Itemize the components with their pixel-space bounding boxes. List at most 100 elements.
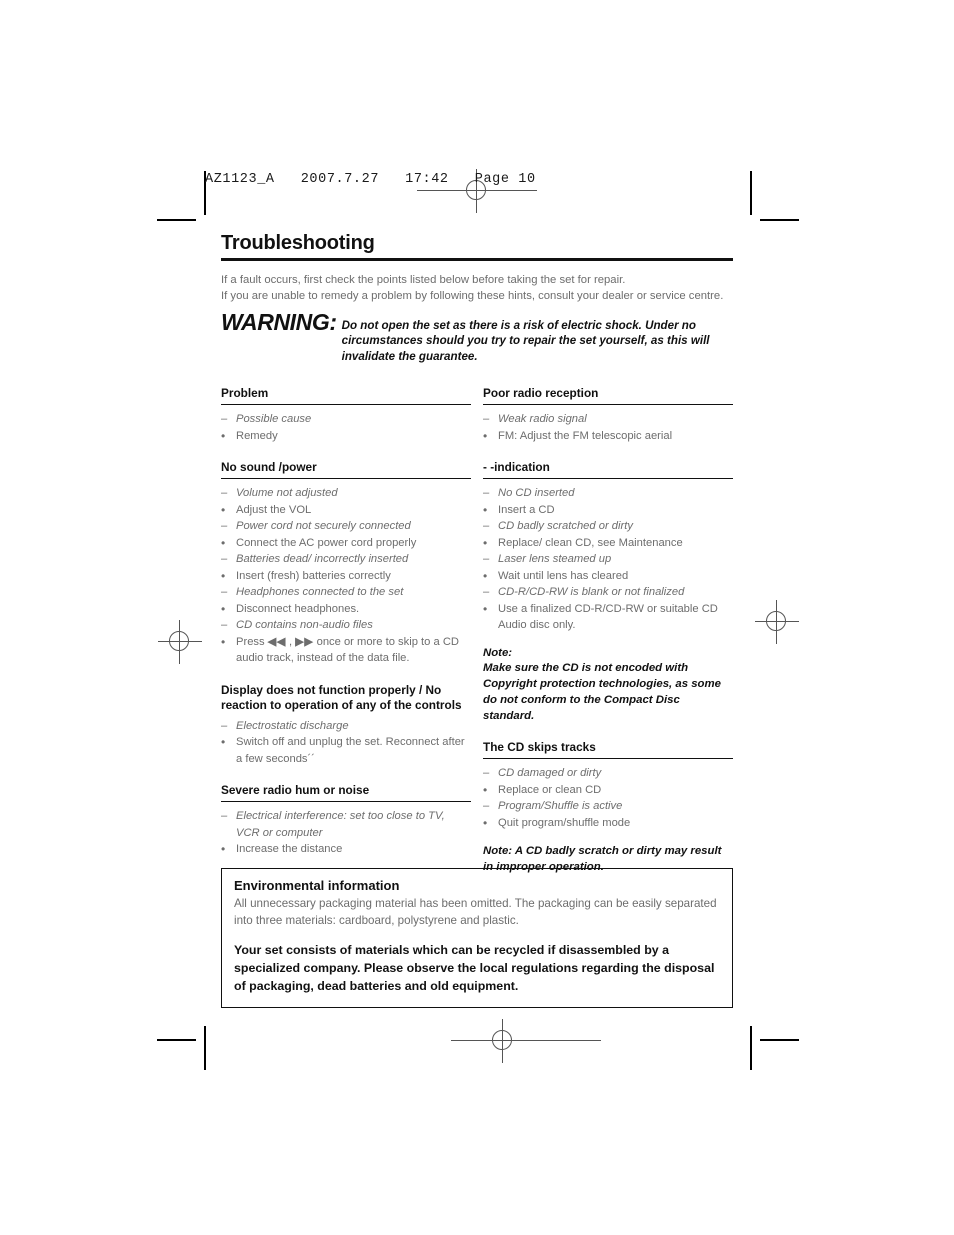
registration-mark-bottom	[451, 1019, 601, 1063]
crop-mark-bottom-left-horizontal	[157, 1039, 196, 1041]
intro-paragraph: If a fault occurs, first check the point…	[221, 272, 733, 305]
section-divider	[483, 757, 733, 760]
section-heading: Display does not function properly / No …	[221, 682, 462, 713]
troubleshooting-section: The CD skips tracks – CD damaged or dirty •…	[483, 740, 733, 876]
list-item: – Program/Shuffle is active	[483, 798, 733, 815]
cause-text: Batteries dead/ incorrectly inserted	[236, 553, 409, 565]
section-heading: Poor radio reception	[483, 386, 599, 400]
cause-text: Possible cause	[236, 413, 312, 425]
section-heading: Problem	[221, 386, 269, 400]
bullet-marker-icon: •	[221, 568, 226, 583]
warning-block: WARNING: Do not open the set as there is…	[221, 309, 733, 365]
remedy-text: Increase the distance	[236, 843, 343, 855]
list-item: – CD damaged or dirty	[483, 765, 733, 782]
list-item: – No CD inserted	[483, 485, 733, 502]
crop-mark-top-left-horizontal	[157, 219, 196, 221]
section-heading: The CD skips tracks	[483, 740, 596, 755]
cause-marker-icon: –	[221, 520, 228, 532]
bullet-marker-icon: •	[483, 601, 488, 616]
remedy-text: Wait until lens has cleared	[498, 569, 629, 582]
cause-text: Headphones connected to the set	[236, 586, 404, 598]
list-item: – CD badly scratched or dirty	[483, 518, 733, 535]
list-item: • Increase the distance	[221, 841, 471, 858]
crop-mark-bottom-right-horizontal	[760, 1039, 799, 1041]
warning-text: Do not open the set as there is a risk o…	[341, 318, 710, 363]
intro-line-1: If a fault occurs, first check the point…	[221, 273, 626, 286]
remedy-text: Insert (fresh) batteries correctly	[236, 569, 391, 582]
cause-text: Laser lens steamed up	[498, 553, 612, 565]
tips-list: – Electrostatic discharge • Switch off and …	[221, 718, 471, 768]
cause-marker-icon: –	[221, 553, 228, 565]
intro-line-2: If you are unable to remedy a problem by…	[221, 290, 724, 302]
cause-marker-icon: –	[221, 413, 228, 425]
list-item: • Connect the AC power cord properly	[221, 535, 471, 552]
bullet-marker-icon: •	[483, 428, 488, 443]
registration-mark-left	[158, 620, 202, 664]
document-content: Troubleshooting If a fault occurs, first…	[221, 232, 733, 876]
section-heading: Severe radio hum or noise	[221, 783, 370, 797]
cause-text: CD-R/CD-RW is blank or not finalized	[498, 586, 685, 598]
tips-list: – Weak radio signal • FM: Adjust the FM tel…	[483, 411, 733, 444]
list-item: – Laser lens steamed up	[483, 551, 733, 568]
cause-marker-icon: –	[221, 586, 228, 598]
troubleshooting-section: Display does not function properly / No …	[221, 683, 471, 768]
bullet-marker-icon: •	[483, 568, 488, 583]
list-item: • Use a finalized CD-R/CD-RW or suitable …	[483, 601, 733, 634]
troubleshooting-section: - -indication – No CD inserted • Insert a CD…	[483, 460, 733, 724]
list-item: – Volume not adjusted	[221, 485, 471, 502]
section-divider	[221, 403, 471, 405]
list-item: – Weak radio signal	[483, 411, 733, 428]
list-item: • FM: Adjust the FM telescopic aerial	[483, 428, 733, 445]
crop-mark-bottom-right-vertical	[750, 1026, 752, 1070]
list-item: • Insert a CD	[483, 502, 733, 519]
cause-text: Electrical interference: set too close t…	[236, 810, 445, 839]
list-item: • Adjust the VOL	[221, 502, 471, 519]
cause-marker-icon: –	[483, 520, 490, 532]
remedy-text: Disconnect headphones.	[236, 602, 360, 615]
left-column: Problem – Possible cause • Remedy No sound /p…	[221, 386, 471, 876]
page-header-slug: AZ1123_A 2007.7.27 17:42 Page 10	[205, 172, 536, 187]
cause-text: Weak radio signal	[498, 413, 587, 425]
section-note: Note: Make sure the CD is not encoded wi…	[483, 646, 721, 722]
remedy-text-mid: ,	[285, 635, 296, 648]
cause-text: No CD inserted	[498, 487, 575, 499]
cause-text: Volume not adjusted	[236, 487, 338, 499]
bullet-marker-icon: •	[483, 535, 488, 550]
list-item: – CD-R/CD-RW is blank or not finalized	[483, 584, 733, 601]
cause-marker-icon: –	[221, 619, 228, 631]
list-item: • Switch off and unplug the set. Reconnec…	[221, 734, 471, 767]
cause-text: Power cord not securely connected	[236, 520, 411, 532]
remedy-text: Use a finalized CD-R/CD-RW or suitable C…	[498, 602, 718, 632]
skip-backward-icon: ◀◀	[267, 635, 286, 648]
remedy-text: Remedy	[236, 429, 278, 442]
bullet-marker-icon: •	[221, 842, 226, 856]
bullet-marker-icon: •	[483, 502, 488, 517]
list-item: – Headphones connected to the set	[221, 584, 471, 601]
list-item: • Disconnect headphones.	[221, 601, 471, 618]
environmental-body: All unnecessary packaging material has b…	[234, 897, 717, 927]
tips-list: – Electrical interference: set too close …	[221, 808, 471, 858]
section-heading: No sound /power	[221, 460, 317, 474]
registration-mark-right	[755, 600, 799, 644]
list-item: – CD contains non-audio files	[221, 617, 471, 634]
cause-marker-icon: –	[483, 487, 490, 499]
cause-text: Electrostatic discharge	[236, 719, 349, 732]
remedy-text: Replace/ clean CD, see Maintenance	[498, 536, 683, 549]
tips-list: – CD damaged or dirty • Replace or clean CD…	[483, 765, 733, 831]
bullet-marker-icon: •	[221, 634, 226, 649]
cause-marker-icon: –	[483, 413, 490, 425]
troubleshooting-section: Problem – Possible cause • Remedy	[221, 386, 471, 444]
cause-marker-icon: –	[483, 800, 490, 813]
bullet-marker-icon: •	[221, 502, 226, 517]
section-divider	[483, 403, 733, 405]
list-item: – Power cord not securely connected	[221, 518, 471, 535]
bullet-marker-icon: •	[221, 601, 226, 616]
tips-list: – No CD inserted • Insert a CD – CD badly scr…	[483, 485, 733, 634]
cause-marker-icon: –	[221, 487, 228, 499]
cause-text: CD damaged or dirty	[498, 767, 602, 780]
bullet-marker-icon: •	[483, 815, 488, 830]
remedy-text: Quit program/shuffle mode	[498, 816, 631, 829]
list-item: • Insert (fresh) batteries correctly	[221, 568, 471, 585]
remedy-text: Switch off and unplug the set. Reconnect…	[236, 736, 465, 765]
cause-marker-icon: –	[483, 553, 490, 565]
